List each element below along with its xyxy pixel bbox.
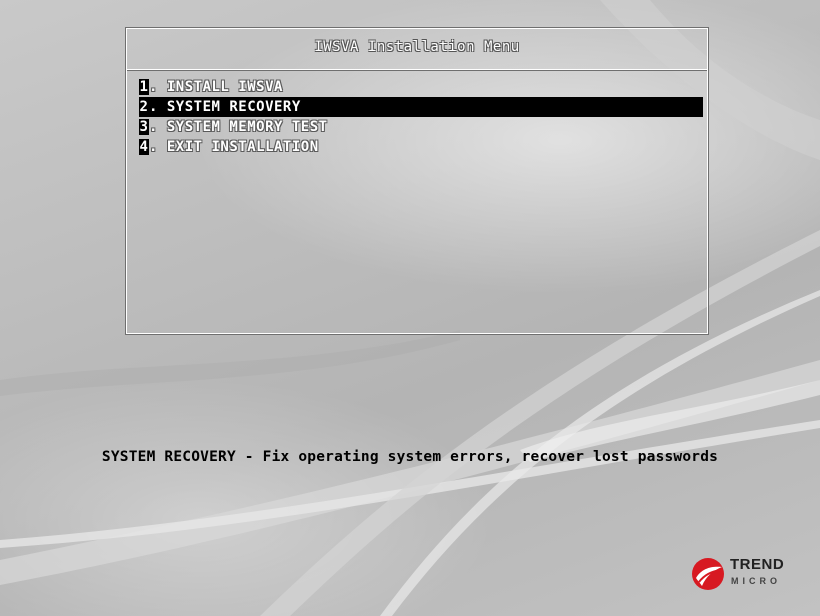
help-description: SYSTEM RECOVERY - Fix operating system e… — [101, 449, 719, 465]
menu-item-install-iwsva[interactable]: 1. INSTALL IWSVA — [139, 77, 707, 97]
menu-item-number: 2 — [139, 99, 149, 115]
menu-item-system-recovery[interactable]: 2. SYSTEM RECOVERY — [139, 97, 703, 117]
boot-screen: IWSVA Installation Menu 1. INSTALL IWSVA… — [0, 0, 820, 616]
menu-item-number: 3 — [139, 119, 149, 135]
menu-item-number: 1 — [139, 79, 149, 95]
menu-title-bar: IWSVA Installation Menu — [127, 29, 707, 70]
logo-text-trend: TREND — [730, 556, 785, 573]
logo-text-micro: MICRO — [731, 576, 781, 586]
menu-item-system-memory-test[interactable]: 3. SYSTEM MEMORY TEST — [139, 117, 707, 137]
menu-title: IWSVA Installation Menu — [314, 39, 520, 55]
menu-item-label: . SYSTEM MEMORY TEST — [149, 119, 328, 135]
menu-item-number: 4 — [139, 139, 149, 155]
menu-list: 1. INSTALL IWSVA 2. SYSTEM RECOVERY 3. S… — [139, 77, 707, 157]
trend-micro-logo: TREND MICRO — [690, 554, 808, 594]
menu-item-label: . INSTALL IWSVA — [149, 79, 283, 95]
menu-item-label: . SYSTEM RECOVERY — [149, 99, 301, 115]
menu-item-exit-installation[interactable]: 4. EXIT INSTALLATION — [139, 137, 707, 157]
menu-item-label: . EXIT INSTALLATION — [149, 139, 319, 155]
installation-menu-box: IWSVA Installation Menu 1. INSTALL IWSVA… — [125, 27, 709, 335]
trend-micro-logo-icon — [692, 558, 724, 590]
